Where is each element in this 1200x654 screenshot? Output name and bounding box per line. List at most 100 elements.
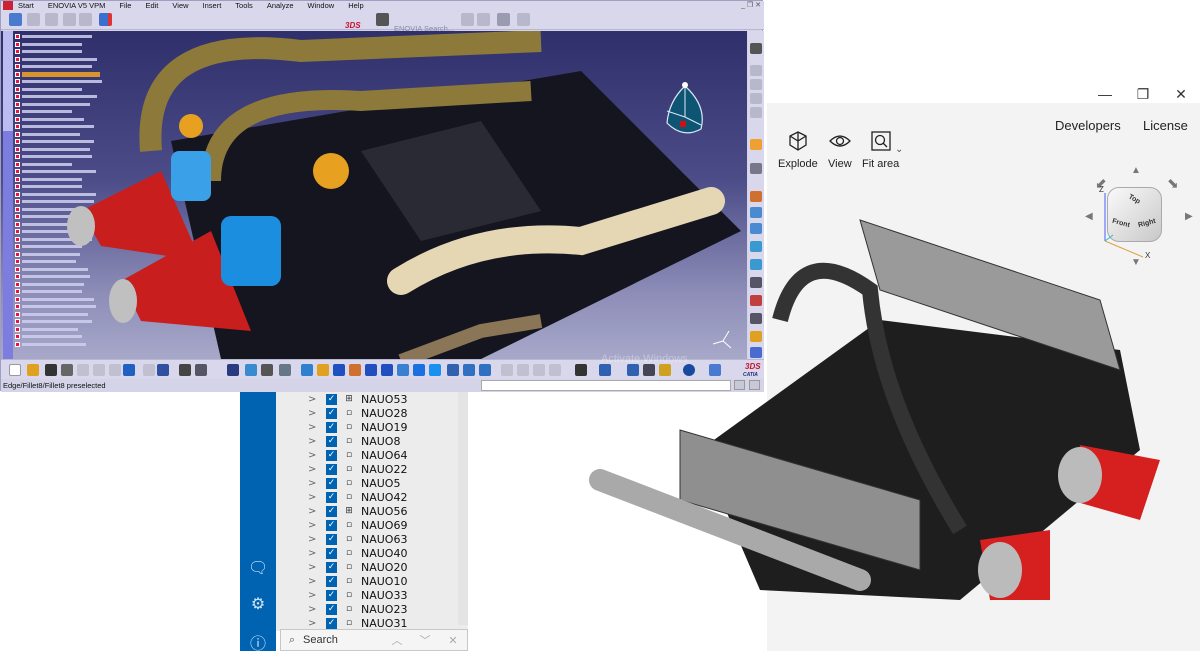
replace-component-icon[interactable] [750, 259, 762, 270]
tree-row[interactable]: > ✓ ▫ NAUO19 [276, 420, 407, 434]
select-filter-icon[interactable] [750, 163, 762, 174]
visibility-checkbox[interactable]: ✓ [326, 505, 337, 517]
specification-tree-scrollbar[interactable] [3, 31, 13, 359]
zoom-out-icon[interactable] [381, 364, 393, 376]
undo-icon[interactable] [123, 364, 135, 376]
chevron-right-icon[interactable]: > [308, 506, 326, 517]
visibility-checkbox[interactable]: ✓ [326, 421, 337, 433]
visibility-checkbox[interactable]: ✓ [326, 463, 337, 475]
catia-3d-viewport[interactable] [1, 31, 747, 359]
tree-row[interactable]: > ✓ ▫ NAUO64 [276, 448, 407, 462]
fit-all-icon[interactable] [317, 364, 329, 376]
comment-icon[interactable] [195, 364, 207, 376]
print-icon[interactable] [61, 364, 73, 376]
normal-view-icon[interactable] [397, 364, 409, 376]
chevron-right-icon[interactable]: > [308, 478, 326, 489]
tree-row[interactable]: > ✓ ▫ NAUO42 [276, 490, 407, 504]
visibility-checkbox[interactable]: ✓ [326, 393, 337, 405]
chevron-right-icon[interactable]: > [308, 422, 326, 433]
fly-mode-icon[interactable] [301, 364, 313, 376]
render-style-icon[interactable] [447, 364, 459, 376]
comment-icon[interactable]: 🗨 [248, 558, 268, 578]
visibility-checkbox[interactable]: ✓ [326, 547, 337, 559]
refresh-icon[interactable] [497, 13, 510, 26]
clash-icon[interactable] [599, 364, 611, 376]
insert-component-icon[interactable] [750, 241, 762, 252]
visibility-checkbox[interactable]: ✓ [326, 435, 337, 447]
search-close-button[interactable]: ✕ [439, 634, 467, 647]
manipulation-icon[interactable] [750, 295, 762, 306]
chevron-right-icon[interactable]: > [308, 450, 326, 461]
tree-row[interactable]: > ✓ ▫ NAUO28 [276, 406, 407, 420]
status-button[interactable] [749, 380, 760, 390]
menu-edit[interactable]: Edit [145, 1, 158, 10]
tree-row[interactable]: > ✓ ▫ NAUO8 [276, 434, 400, 448]
distance-icon[interactable] [627, 364, 639, 376]
tree-row[interactable]: > ✓ ▫ NAUO63 [276, 532, 407, 546]
menu-window[interactable]: Window [308, 1, 335, 10]
hide-show-icon[interactable] [463, 364, 475, 376]
chevron-right-icon[interactable]: > [308, 618, 326, 629]
visibility-checkbox[interactable]: ✓ [326, 491, 337, 503]
pan-icon[interactable] [333, 364, 345, 376]
menu-enovia[interactable]: ENOVIA V5 VPM [48, 1, 106, 10]
swap-space-icon[interactable] [479, 364, 491, 376]
chevron-right-icon[interactable]: > [308, 436, 326, 447]
tree-row[interactable]: > ✓ ▫ NAUO10 [276, 574, 407, 588]
catia-window-controls[interactable]: _ ❐ ✕ [741, 1, 761, 9]
chevron-right-icon[interactable]: > [308, 464, 326, 475]
tree-row[interactable]: > ✓ ▫ NAUO23 [276, 602, 407, 616]
tree-row[interactable]: > ✓ ▫ NAUO69 [276, 518, 407, 532]
visibility-checkbox[interactable]: ✓ [326, 575, 337, 587]
menu-tools[interactable]: Tools [235, 1, 253, 10]
chevron-right-icon[interactable]: > [308, 394, 326, 405]
visibility-checkbox[interactable]: ✓ [326, 533, 337, 545]
iso-view-icon[interactable] [429, 364, 441, 376]
search-prev-button[interactable]: ︿ [383, 632, 411, 648]
tree-row[interactable]: > ✓ ⊞ NAUO56 [276, 504, 407, 518]
menu-view[interactable]: View [172, 1, 188, 10]
fit-area-button[interactable]: Fit area [862, 130, 899, 170]
enovia-sync-icon[interactable] [683, 364, 695, 376]
view-button[interactable]: View [828, 130, 852, 170]
chevron-right-icon[interactable]: > [308, 520, 326, 531]
power-input-field[interactable] [481, 380, 731, 391]
tree-row[interactable]: > ✓ ▫ NAUO31 [276, 616, 407, 630]
constraint-icon[interactable] [750, 277, 762, 288]
compass-widget[interactable] [663, 81, 708, 141]
info-icon[interactable]: ⓘ [248, 630, 268, 653]
visibility-checkbox[interactable]: ✓ [326, 589, 337, 601]
menu-insert[interactable]: Insert [203, 1, 222, 10]
chevron-right-icon[interactable]: > [308, 492, 326, 503]
chevron-right-icon[interactable]: > [308, 576, 326, 587]
visibility-checkbox[interactable]: ✓ [326, 407, 337, 419]
visibility-checkbox[interactable]: ✓ [326, 603, 337, 615]
rotate-icon[interactable] [349, 364, 361, 376]
chevron-right-icon[interactable]: > [308, 534, 326, 545]
section-icon[interactable] [643, 364, 655, 376]
status-button[interactable] [734, 380, 745, 390]
fit-area-dropdown-icon[interactable]: ⌄ [895, 144, 903, 155]
multi-view-icon[interactable] [413, 364, 425, 376]
tree-row[interactable]: > ✓ ▫ NAUO22 [276, 462, 407, 476]
tree-expand-icon[interactable] [245, 364, 257, 376]
tree-row[interactable]: > ✓ ▫ NAUO5 [276, 476, 400, 490]
catalog-browser-icon[interactable] [750, 331, 762, 342]
tree-row[interactable]: > ✓ ▫ NAUO40 [276, 546, 407, 560]
explode-button[interactable]: Explode [778, 130, 818, 170]
measure-icon[interactable] [659, 364, 671, 376]
chevron-right-icon[interactable]: > [308, 408, 326, 419]
visibility-checkbox[interactable]: ✓ [326, 477, 337, 489]
tree-row[interactable]: > ✓ ▫ NAUO33 [276, 588, 407, 602]
catia-engine-render[interactable] [61, 31, 747, 359]
product-structure-icon[interactable] [9, 13, 22, 26]
tree-row[interactable]: > ✓ ▫ NAUO20 [276, 560, 407, 574]
menu-file[interactable]: File [119, 1, 131, 10]
visibility-checkbox[interactable]: ✓ [326, 617, 337, 629]
new-document-icon[interactable] [9, 364, 21, 376]
save-icon[interactable] [45, 364, 57, 376]
select-arrow-icon[interactable] [750, 139, 762, 150]
menu-start[interactable]: Start [18, 1, 34, 10]
license-link[interactable]: License [1143, 118, 1188, 133]
developers-link[interactable]: Developers [1055, 118, 1121, 133]
